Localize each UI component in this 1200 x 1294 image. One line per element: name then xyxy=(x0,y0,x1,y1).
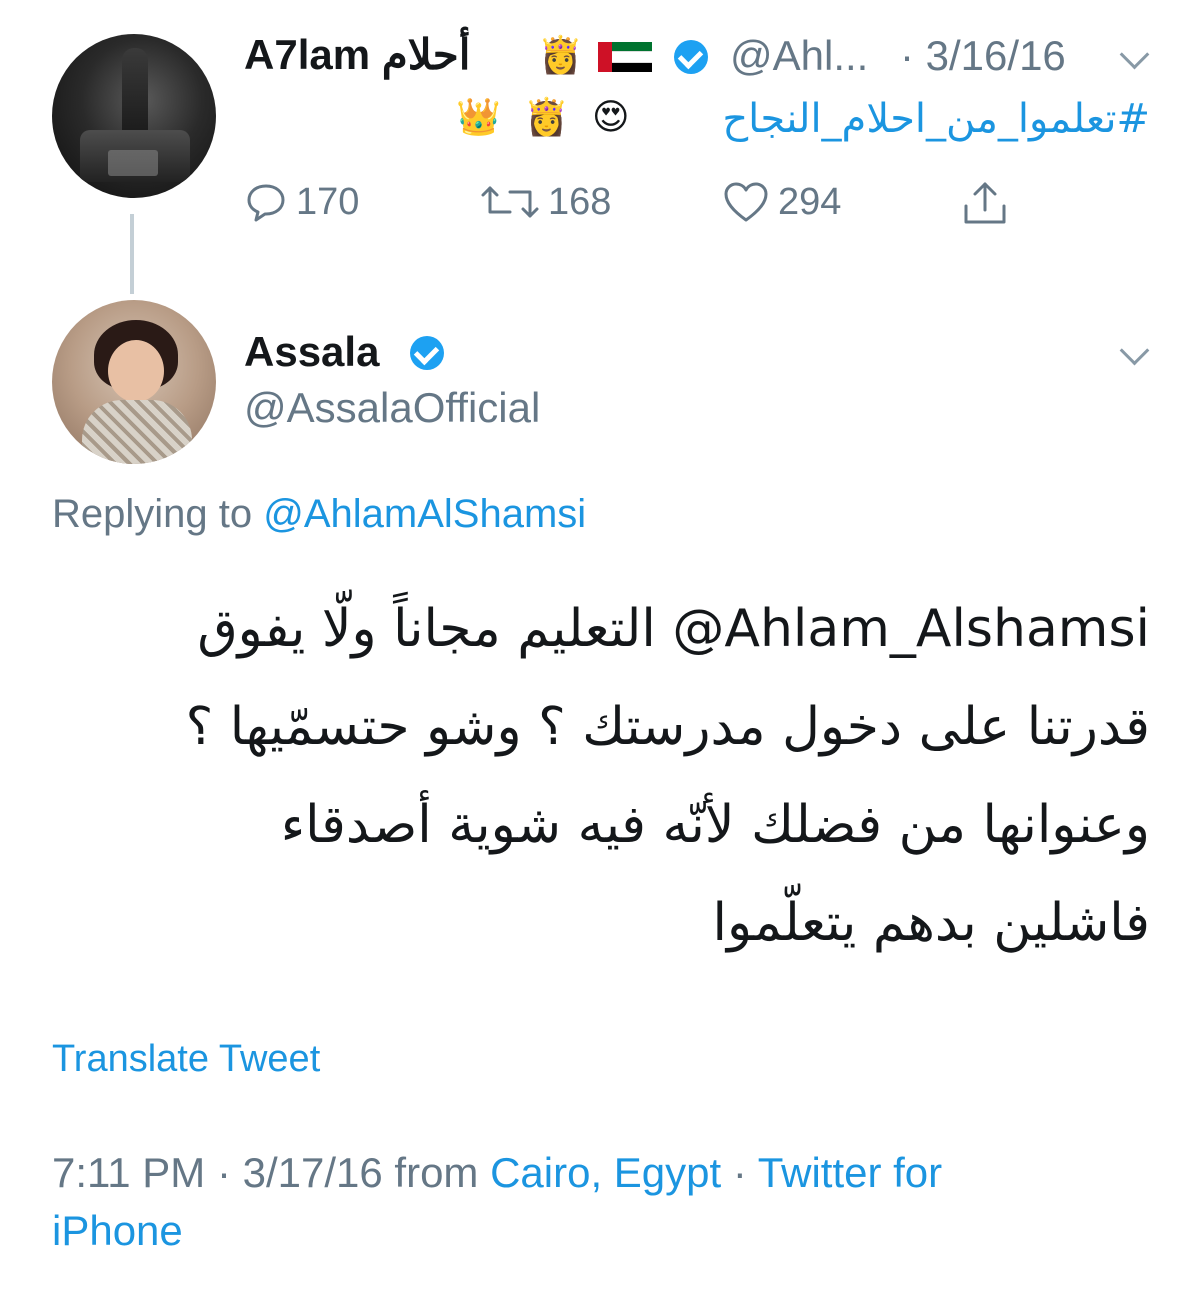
reply-display-name[interactable]: Assala xyxy=(244,328,379,376)
avatar-dress xyxy=(82,400,192,464)
avatar-figure xyxy=(122,48,148,138)
share-action[interactable] xyxy=(960,178,1010,228)
hashtag-link[interactable]: #تعلموا_من_احلام_النجاح xyxy=(722,96,1150,142)
like-count: 294 xyxy=(778,180,842,223)
heart-eyes-emoji-icon: 😍 xyxy=(592,97,630,138)
reply-action[interactable]: 170 xyxy=(244,180,359,224)
replying-to-prefix: Replying to xyxy=(52,492,264,536)
location-link[interactable]: Cairo, Egypt xyxy=(490,1149,721,1196)
source-link-part1[interactable]: Twitter for xyxy=(758,1149,942,1196)
tweet-text: Ahlam_Alshamsi@ التعليم مجاناً ولّا يفوق… xyxy=(50,580,1150,972)
replying-to-link[interactable]: @AhlamAlShamsi xyxy=(263,492,586,536)
tweet-text-line: وعنوانها من فضلك لأنّه فيه شوية أصدقاء xyxy=(280,795,1150,855)
retweet-icon xyxy=(481,186,539,218)
like-action[interactable]: 294 xyxy=(722,180,841,224)
verified-badge-icon xyxy=(674,40,708,74)
tweet-thread: A7lam أحلام 👸 @Ahl... · 3/16/16 👑 👸 😍 #ت… xyxy=(0,0,1200,1294)
meta-separator: · xyxy=(721,1149,758,1196)
reply-icon xyxy=(247,184,285,222)
original-display-name[interactable]: A7lam أحلام xyxy=(244,30,470,79)
reply-handle[interactable]: @AssalaOfficial xyxy=(244,384,540,432)
original-date[interactable]: · 3/16/16 xyxy=(900,32,1066,80)
tweet-text-line: فاشلين بدهم يتعلّموا xyxy=(712,893,1150,953)
share-icon xyxy=(964,182,1006,224)
tweet-text-line: Ahlam_Alshamsi@ التعليم مجاناً ولّا يفوق xyxy=(197,599,1150,659)
princess-emoji-icon: 👸 xyxy=(538,35,583,76)
avatar-assala[interactable] xyxy=(52,300,216,464)
chevron-down-icon[interactable] xyxy=(1119,39,1150,70)
retweet-action[interactable]: 168 xyxy=(480,180,611,224)
princess-emoji-icon: 👸 xyxy=(524,97,569,138)
reply-count: 170 xyxy=(296,180,360,223)
translate-tweet-link[interactable]: Translate Tweet xyxy=(52,1038,320,1081)
uae-flag-icon xyxy=(598,42,652,72)
avatar-plate xyxy=(108,150,158,176)
source-link-part2[interactable]: iPhone xyxy=(52,1207,183,1254)
original-handle[interactable]: @Ahl... xyxy=(730,32,868,80)
thread-connector-line xyxy=(130,214,134,294)
crown-emoji-icon: 👑 xyxy=(456,97,501,138)
like-icon xyxy=(724,182,768,222)
chevron-down-icon[interactable] xyxy=(1119,335,1150,366)
tweet-meta: 7:11 PM · 3/17/16 from Cairo, Egypt · Tw… xyxy=(52,1144,1152,1260)
avatar-ahlam[interactable] xyxy=(52,34,216,198)
tweet-text-line: قدرتنا على دخول مدرستك ؟ وشو حتسمّيها ؟ xyxy=(185,697,1150,757)
avatar-face xyxy=(108,340,164,402)
tweet-time-date: 7:11 PM · 3/17/16 from xyxy=(52,1149,491,1196)
retweet-count: 168 xyxy=(548,180,612,223)
verified-badge-icon xyxy=(410,336,444,370)
replying-to-line: Replying to @AhlamAlShamsi xyxy=(52,492,586,537)
